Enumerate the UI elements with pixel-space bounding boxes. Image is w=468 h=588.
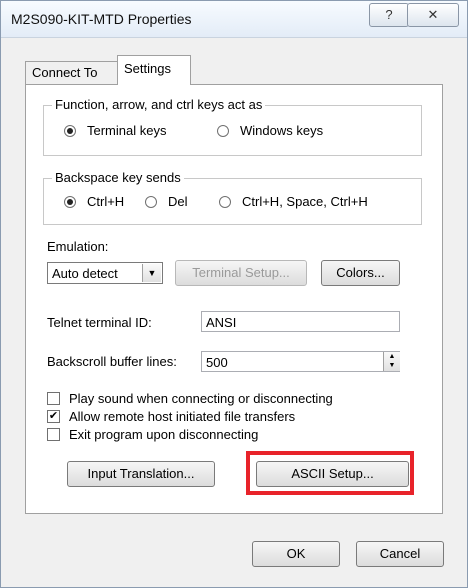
radio-unselected-icon (217, 124, 229, 137)
del-radio[interactable]: Del (145, 194, 188, 209)
tab-settings[interactable]: Settings (117, 55, 191, 85)
backscroll-value: 500 (206, 355, 228, 370)
ascii-setup-highlight (246, 451, 414, 495)
backscroll-field[interactable]: 500 (201, 351, 400, 372)
radio-unselected-icon (219, 195, 231, 208)
cancel-button[interactable]: Cancel (356, 541, 444, 567)
backscroll-spinner[interactable]: ▲ ▼ (383, 352, 400, 371)
ctrl-h-label: Ctrl+H (87, 194, 125, 209)
properties-dialog: M2S090-KIT-MTD Properties ? ✕ Connect To… (0, 0, 468, 588)
checkbox-unchecked-icon (47, 428, 60, 441)
chevron-down-icon[interactable]: ▼ (142, 264, 161, 282)
ctrl-h-space-radio[interactable]: Ctrl+H, Space, Ctrl+H (219, 194, 368, 209)
checkmark-icon: ✔ (47, 410, 60, 423)
help-icon: ? (385, 7, 393, 22)
del-label: Del (168, 194, 188, 209)
function-keys-legend: Function, arrow, and ctrl keys act as (52, 97, 266, 112)
spin-down-icon[interactable]: ▼ (384, 361, 400, 370)
telnet-id-field[interactable]: ANSI (201, 311, 400, 332)
backscroll-label: Backscroll buffer lines: (47, 354, 177, 369)
radio-unselected-icon (145, 195, 157, 208)
dialog-footer: OK Cancel (1, 521, 467, 587)
help-button[interactable]: ? (369, 3, 409, 27)
radio-selected-icon (64, 195, 76, 208)
tab-connect-to[interactable]: Connect To (25, 61, 121, 84)
backspace-group: Backspace key sends Ctrl+H Del Ctrl+H, S… (43, 170, 422, 225)
backspace-legend: Backspace key sends (52, 170, 184, 185)
ctrl-h-space-label: Ctrl+H, Space, Ctrl+H (242, 194, 368, 209)
window-title: M2S090-KIT-MTD Properties (11, 11, 192, 27)
ctrl-h-radio[interactable]: Ctrl+H (64, 194, 124, 209)
terminal-keys-label: Terminal keys (87, 123, 167, 138)
radio-selected-icon (64, 124, 76, 137)
terminal-keys-radio[interactable]: Terminal keys (64, 123, 166, 138)
input-translation-button[interactable]: Input Translation... (67, 461, 215, 487)
checkbox-unchecked-icon (47, 392, 60, 405)
play-sound-label: Play sound when connecting or disconnect… (69, 391, 333, 406)
settings-panel: Function, arrow, and ctrl keys act as Te… (25, 84, 443, 514)
allow-transfers-checkbox[interactable]: ✔ Allow remote host initiated file trans… (47, 409, 295, 424)
close-button[interactable]: ✕ (407, 3, 459, 27)
close-icon: ✕ (427, 7, 439, 22)
exit-program-checkbox[interactable]: Exit program upon disconnecting (47, 427, 258, 442)
play-sound-checkbox[interactable]: Play sound when connecting or disconnect… (47, 391, 333, 406)
emulation-dropdown[interactable]: Auto detect ▼ (47, 262, 163, 284)
terminal-setup-button[interactable]: Terminal Setup... (175, 260, 307, 286)
colors-button[interactable]: Colors... (321, 260, 400, 286)
ok-button[interactable]: OK (252, 541, 340, 567)
windows-keys-radio[interactable]: Windows keys (217, 123, 323, 138)
allow-transfers-label: Allow remote host initiated file transfe… (69, 409, 296, 424)
function-keys-group: Function, arrow, and ctrl keys act as Te… (43, 97, 422, 156)
emulation-value: Auto detect (52, 266, 118, 281)
exit-program-label: Exit program upon disconnecting (69, 427, 259, 442)
windows-keys-label: Windows keys (240, 123, 324, 138)
telnet-id-label: Telnet terminal ID: (47, 315, 152, 330)
spin-up-icon[interactable]: ▲ (384, 352, 400, 361)
emulation-label: Emulation: (47, 239, 109, 254)
title-bar[interactable]: M2S090-KIT-MTD Properties ? ✕ (1, 1, 467, 38)
